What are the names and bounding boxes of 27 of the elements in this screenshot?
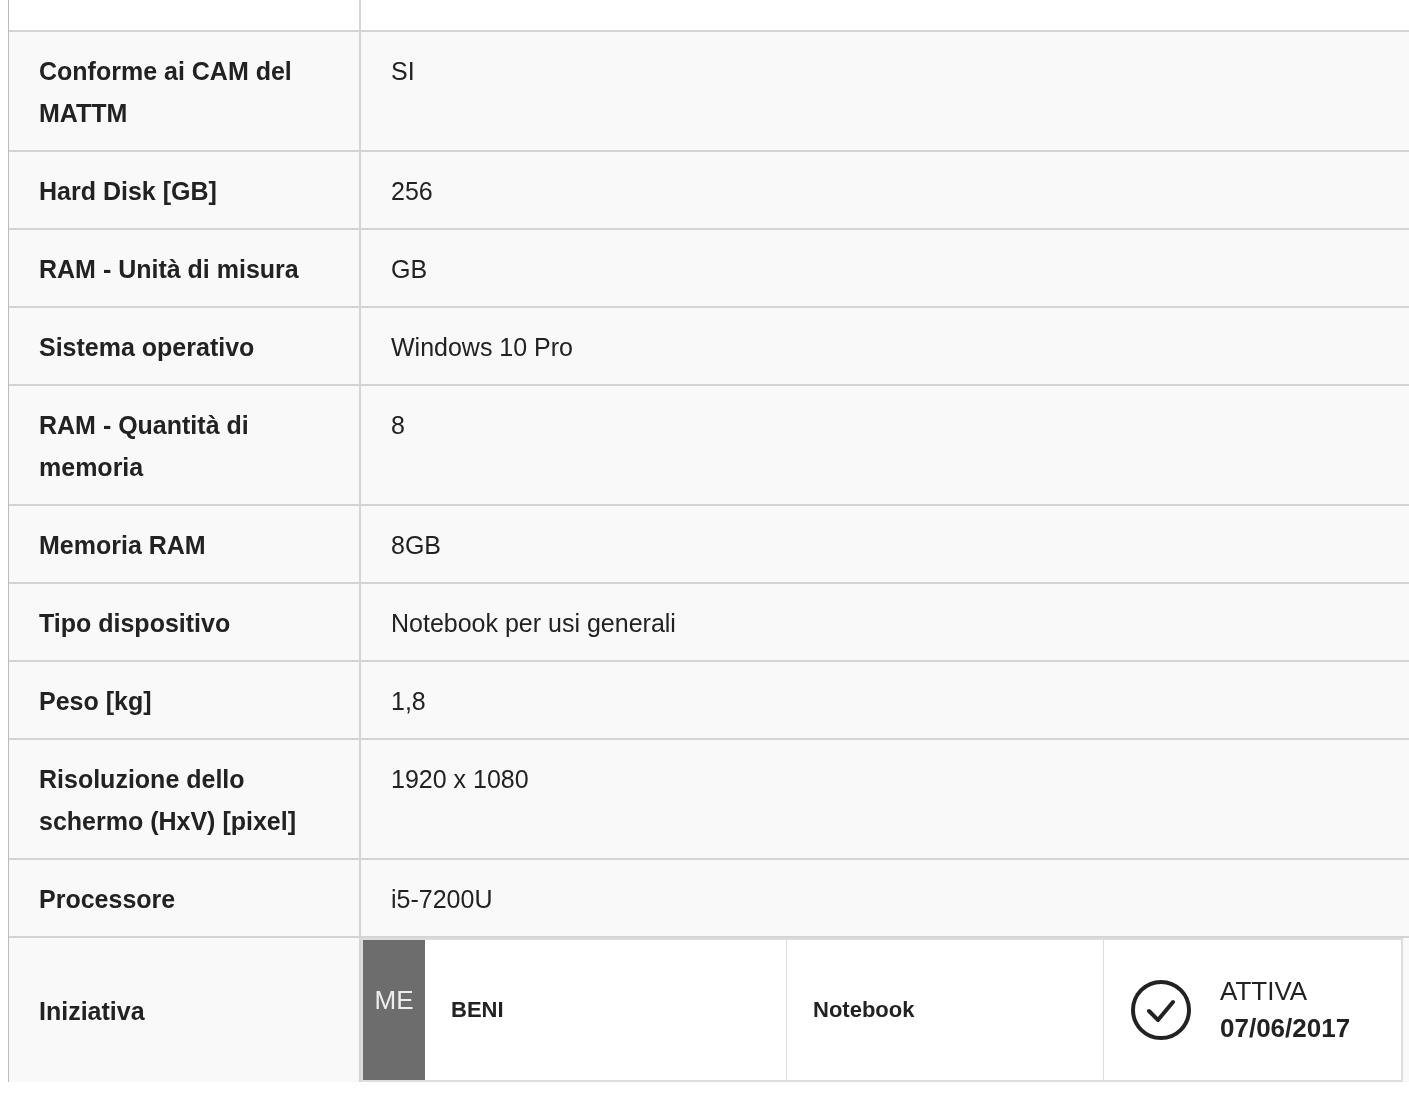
status-date: 07/06/2017	[1220, 1013, 1351, 1044]
attribute-value: Windows 10 Pro	[391, 333, 574, 361]
check-circle-icon	[1130, 979, 1192, 1041]
attribute-value: 1,8	[391, 687, 426, 715]
status-text: ATTIVA	[1220, 976, 1309, 1007]
attribute-label: RAM - Quantità di memoria	[39, 410, 250, 483]
initiative-category: BENI	[451, 997, 504, 1023]
attribute-value: 256	[391, 177, 433, 205]
attribute-value: 8GB	[391, 531, 442, 559]
attribute-value: GB	[391, 255, 428, 283]
attribute-label: Tipo dispositivo	[39, 608, 232, 639]
attribute-label: Peso [kg]	[39, 686, 153, 717]
attribute-label: Memoria RAM	[39, 530, 207, 561]
attribute-label: Risoluzione dello schermo (HxV) [pixel]	[39, 764, 297, 837]
attribute-label: Hard Disk [GB]	[39, 176, 218, 207]
attribute-value: SI	[391, 57, 415, 85]
attribute-value: Notebook per usi generali	[391, 609, 676, 637]
initiative-product: Notebook	[813, 997, 915, 1023]
initiative-badge: ME	[363, 940, 425, 1080]
attribute-value: 1920 x 1080	[391, 765, 529, 793]
attribute-label: Iniziativa	[39, 996, 146, 1027]
attribute-label: Conforme ai CAM del MATTM	[39, 56, 293, 129]
attribute-label: RAM - Unità di misura	[39, 254, 300, 285]
attribute-value: i5-7200U	[391, 885, 493, 913]
attribute-label: Processore	[39, 884, 177, 915]
attribute-value: 8	[391, 411, 405, 439]
attribute-label: Sistema operativo	[39, 332, 256, 363]
